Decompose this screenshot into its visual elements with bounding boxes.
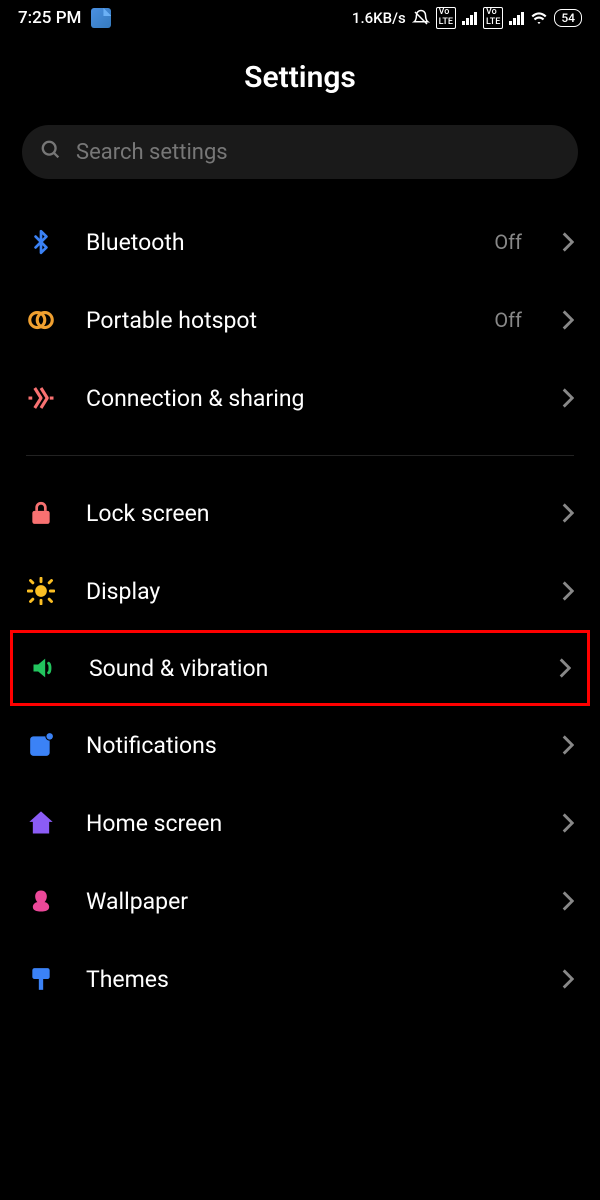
row-wallpaper[interactable]: Wallpaper — [0, 862, 600, 940]
row-bluetooth[interactable]: Bluetooth Off — [0, 203, 600, 281]
speaker-icon — [29, 653, 59, 683]
wifi-icon — [530, 9, 548, 27]
signal-icon-2 — [509, 11, 524, 25]
search-input[interactable]: Search settings — [22, 125, 578, 179]
page-title: Settings — [0, 60, 600, 95]
chevron-right-icon — [562, 503, 574, 523]
status-time: 7:25 PM — [18, 8, 81, 28]
status-data-rate: 1.6KB/s — [352, 9, 406, 27]
dnd-icon — [412, 9, 430, 27]
chevron-right-icon — [559, 658, 571, 678]
search-icon — [40, 139, 62, 165]
row-lock-screen[interactable]: Lock screen — [0, 474, 600, 552]
hotspot-icon — [26, 305, 56, 335]
signal-icon-1 — [462, 11, 477, 25]
chevron-right-icon — [562, 581, 574, 601]
chevron-right-icon — [562, 735, 574, 755]
chevron-right-icon — [562, 388, 574, 408]
row-label: Notifications — [86, 732, 532, 759]
chevron-right-icon — [562, 310, 574, 330]
battery-indicator: 54 — [554, 9, 582, 27]
flower-icon — [26, 886, 56, 916]
brush-icon — [26, 964, 56, 994]
divider — [26, 455, 574, 456]
row-hotspot[interactable]: Portable hotspot Off — [0, 281, 600, 359]
chevron-right-icon — [562, 232, 574, 252]
bluetooth-icon — [26, 227, 56, 257]
row-sound-vibration[interactable]: Sound & vibration — [10, 630, 590, 706]
row-label: Themes — [86, 966, 532, 993]
row-value: Off — [494, 230, 522, 254]
row-label: Wallpaper — [86, 888, 532, 915]
row-display[interactable]: Display — [0, 552, 600, 630]
row-label: Connection & sharing — [86, 385, 532, 412]
status-bar: 7:25 PM 1.6KB/s VoLTE VoLTE 54 — [0, 0, 600, 36]
settings-list: Bluetooth Off Portable hotspot Off Conne… — [0, 203, 600, 1018]
row-connection-sharing[interactable]: Connection & sharing — [0, 359, 600, 437]
search-placeholder: Search settings — [76, 140, 228, 165]
sun-icon — [26, 576, 56, 606]
volte-icon-1: VoLTE — [436, 7, 456, 29]
chevron-right-icon — [562, 891, 574, 911]
volte-icon-2: VoLTE — [483, 7, 503, 29]
row-label: Home screen — [86, 810, 532, 837]
row-label: Portable hotspot — [86, 307, 464, 334]
row-home-screen[interactable]: Home screen — [0, 784, 600, 862]
connection-icon — [26, 383, 56, 413]
row-value: Off — [494, 308, 522, 332]
chevron-right-icon — [562, 813, 574, 833]
row-label: Display — [86, 578, 532, 605]
row-themes[interactable]: Themes — [0, 940, 600, 1018]
home-icon — [26, 808, 56, 838]
lock-icon — [26, 498, 56, 528]
notifications-icon — [26, 730, 56, 760]
files-app-icon — [91, 8, 111, 28]
chevron-right-icon — [562, 969, 574, 989]
row-label: Lock screen — [86, 500, 532, 527]
row-notifications[interactable]: Notifications — [0, 706, 600, 784]
row-label: Bluetooth — [86, 229, 464, 256]
row-label: Sound & vibration — [89, 655, 529, 682]
